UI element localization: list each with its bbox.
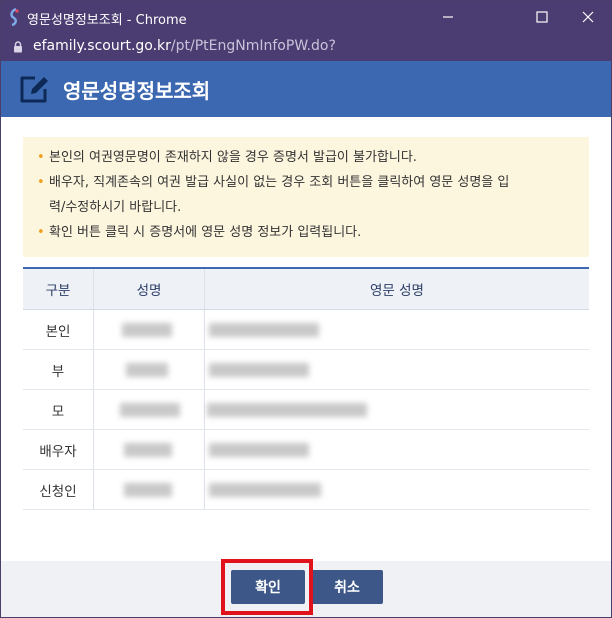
bullet-icon: • xyxy=(37,175,45,190)
url-text: efamily.scourt.go.kr/pt/PtEngNmInfoPW.do… xyxy=(33,38,336,54)
cancel-button[interactable]: 취소 xyxy=(311,570,383,604)
english-name-cell-redacted xyxy=(204,349,589,390)
page-header: 영문성명정보조회 xyxy=(1,61,611,117)
url-domain: efamily.scourt.go.kr xyxy=(33,38,171,54)
close-icon xyxy=(582,11,594,23)
row-type-label: 본인 xyxy=(23,309,94,350)
chrome-popup-window: 영문성명정보조회 - Chrome efamily.scourt.go.kr/p… xyxy=(0,0,612,618)
row-type-label: 부 xyxy=(23,349,94,390)
highlight-box xyxy=(221,559,313,615)
notice-item: • 본인의 여권영문명이 존재하지 않을 경우 증명서 발급이 불가합니다. xyxy=(37,145,579,170)
redacted-text xyxy=(209,442,309,457)
edit-document-icon xyxy=(20,76,48,103)
redacted-text xyxy=(209,482,321,497)
english-name-cell-redacted xyxy=(204,309,589,350)
row-type-label: 배우자 xyxy=(23,429,94,470)
redacted-text xyxy=(120,402,180,417)
column-header-type: 구분 xyxy=(23,267,94,310)
english-name-cell-redacted xyxy=(204,469,589,510)
redacted-text xyxy=(126,362,168,377)
table-header-row: 구분 성명 영문 성명 xyxy=(23,267,589,310)
notice-text: 배우자, 직계존속의 여권 발급 사실이 없는 경우 조회 버튼을 클릭하여 영… xyxy=(49,175,510,190)
redacted-text xyxy=(122,322,172,337)
url-path: /pt/PtEngNmInfoPW.do? xyxy=(170,38,336,54)
table-row: 부 xyxy=(23,349,589,390)
name-cell-redacted xyxy=(93,429,205,470)
row-type-label: 신청인 xyxy=(23,469,94,510)
redacted-text xyxy=(124,482,172,497)
close-button[interactable] xyxy=(565,1,611,33)
row-type-label: 모 xyxy=(23,389,94,430)
notice-item: • 배우자, 직계존속의 여권 발급 사실이 없는 경우 조회 버튼을 클릭하여 … xyxy=(37,170,579,220)
app-logo-icon xyxy=(10,8,19,26)
notice-item: • 확인 버튼 클릭 시 증명서에 영문 성명 정보가 입력됩니다. xyxy=(37,220,579,245)
english-name-cell-redacted xyxy=(204,389,589,430)
english-name-table: 구분 성명 영문 성명 본인 부 모 배우자 신청인 xyxy=(23,267,589,510)
notice-text: 본인의 여권영문명이 존재하지 않을 경우 증명서 발급이 불가합니다. xyxy=(49,150,417,165)
table-row: 본인 xyxy=(23,309,589,350)
table-row: 배우자 xyxy=(23,429,589,470)
redacted-text xyxy=(209,322,319,337)
bullet-icon: • xyxy=(37,150,45,165)
title-bar: 영문성명정보조회 - Chrome xyxy=(1,1,611,33)
lock-icon xyxy=(14,41,22,53)
bullet-icon: • xyxy=(37,225,45,240)
redacted-text xyxy=(207,402,367,417)
notice-text-continued: 력/수정하시기 바랍니다. xyxy=(49,200,182,215)
name-cell-redacted xyxy=(93,389,205,430)
table-row: 모 xyxy=(23,389,589,430)
name-cell-redacted xyxy=(93,469,205,510)
address-bar[interactable]: efamily.scourt.go.kr/pt/PtEngNmInfoPW.do… xyxy=(1,33,611,61)
page-title: 영문성명정보조회 xyxy=(63,79,211,103)
english-name-cell-redacted xyxy=(204,429,589,470)
table-row: 신청인 xyxy=(23,469,589,510)
maximize-button[interactable] xyxy=(519,1,565,33)
minimize-icon xyxy=(443,16,453,18)
window-title: 영문성명정보조회 - Chrome xyxy=(27,13,187,28)
redacted-text xyxy=(209,362,309,377)
notice-box: • 본인의 여권영문명이 존재하지 않을 경우 증명서 발급이 불가합니다. • 배… xyxy=(23,137,589,257)
maximize-icon xyxy=(536,11,548,23)
notice-text: 확인 버튼 클릭 시 증명서에 영문 성명 정보가 입력됩니다. xyxy=(49,225,362,240)
redacted-text xyxy=(124,442,172,457)
name-cell-redacted xyxy=(93,349,205,390)
column-header-english-name: 영문 성명 xyxy=(204,267,589,310)
column-header-name: 성명 xyxy=(93,267,205,310)
minimize-button[interactable] xyxy=(425,1,471,33)
name-cell-redacted xyxy=(93,309,205,350)
